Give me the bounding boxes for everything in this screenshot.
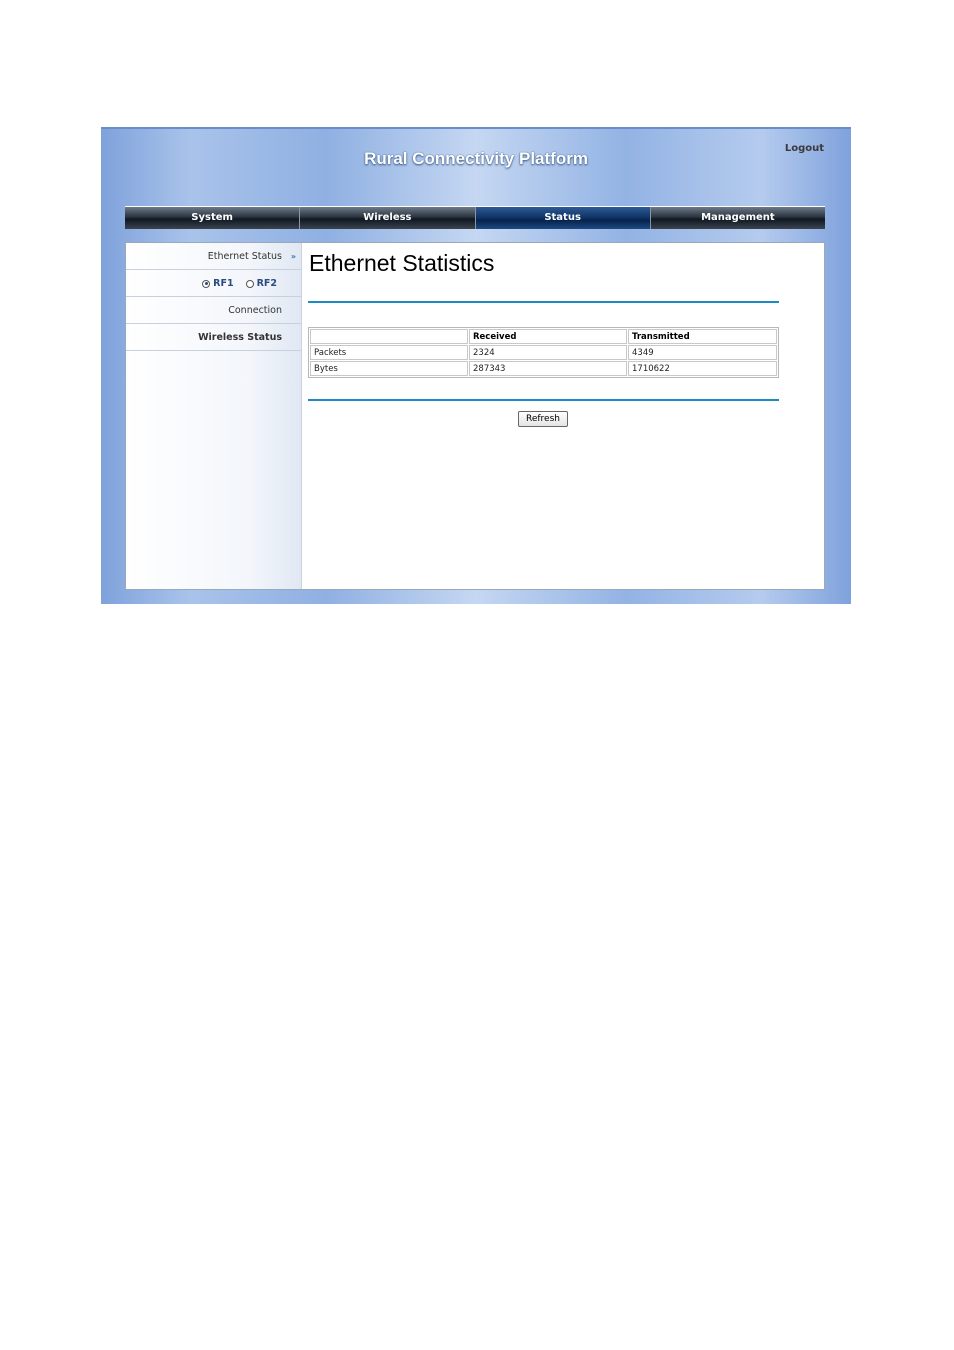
main-nav: System Wireless Status Management [125,206,825,229]
sidebar-item-connection[interactable]: Connection [126,297,301,324]
ethernet-stats-table: Received Transmitted Packets 2324 4349 B… [308,327,779,378]
table-header-row: Received Transmitted [310,329,777,344]
column-header: Transmitted [628,329,777,344]
app-window: Rural Connectivity Platform Logout Syste… [101,127,851,604]
sidebar-item-wireless-status[interactable]: Wireless Status [126,324,301,351]
app-title: Rural Connectivity Platform [364,149,588,168]
refresh-button[interactable]: Refresh [518,411,568,427]
sidebar-rf-selector: RF1 RF2 [126,270,301,297]
tab-management[interactable]: Management [650,207,825,229]
rf1-radio[interactable] [202,279,211,288]
sidebar-item-ethernet-status[interactable]: Ethernet Status » [126,243,301,270]
tab-wireless[interactable]: Wireless [300,207,476,229]
rf1-label[interactable]: RF1 [213,278,233,289]
divider [308,301,779,303]
divider [308,399,779,401]
received-value: 287343 [469,361,627,376]
column-header: Received [469,329,627,344]
rf2-label[interactable]: RF2 [257,278,277,289]
sidebar-item-label[interactable]: Ethernet Status [208,251,282,262]
double-chevron-right-icon: » [290,252,296,261]
content-panel: Ethernet Status » RF1 RF2 Connection Wir… [125,242,825,590]
column-header [310,329,468,344]
table-row: Packets 2324 4349 [310,345,777,360]
row-label: Packets [310,345,468,360]
transmitted-value: 4349 [628,345,777,360]
page-title: Ethernet Statistics [309,250,495,276]
logout-link[interactable]: Logout [785,143,824,154]
rf2-radio[interactable] [245,279,254,288]
sidebar-item-label[interactable]: Wireless Status [198,332,282,343]
sidebar-item-label[interactable]: Connection [228,305,282,316]
row-label: Bytes [310,361,468,376]
tab-system[interactable]: System [125,207,301,229]
main-content: Ethernet Statistics Received Transmitted… [308,243,818,589]
received-value: 2324 [469,345,627,360]
tab-status[interactable]: Status [475,207,651,229]
table-row: Bytes 287343 1710622 [310,361,777,376]
sidebar: Ethernet Status » RF1 RF2 Connection Wir… [126,243,302,589]
transmitted-value: 1710622 [628,361,777,376]
